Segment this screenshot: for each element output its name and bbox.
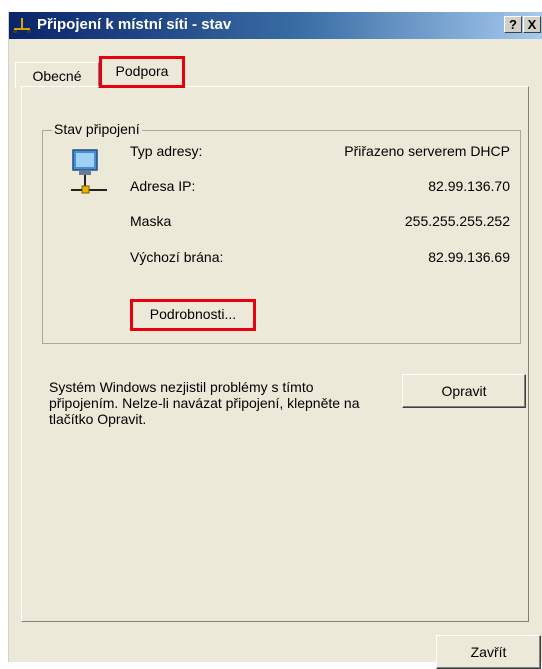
window-title: Připojení k místní síti - stav xyxy=(37,16,232,33)
subnet-mask-label: Maska xyxy=(130,213,172,229)
tab-obecne[interactable]: Obecné xyxy=(15,62,99,88)
title-bar[interactable]: Připojení k místní síti - stav ? X xyxy=(9,12,542,39)
close-button[interactable]: Zavřít xyxy=(436,635,541,669)
default-gateway-label: Výchozí brána: xyxy=(130,249,224,265)
status-dialog: Připojení k místní síti - stav ? X Obecn… xyxy=(8,12,542,669)
address-type-row: Typ adresy: Přiřazeno serverem DHCP xyxy=(130,143,510,163)
help-button[interactable]: ? xyxy=(504,16,522,33)
ip-address-value: 82.99.136.70 xyxy=(428,178,510,194)
tab-podpora[interactable]: Podpora xyxy=(99,56,185,88)
details-button[interactable]: Podrobnosti... xyxy=(130,299,256,331)
subnet-mask-row: Maska 255.255.255.252 xyxy=(130,213,510,233)
close-window-button[interactable]: X xyxy=(523,16,541,33)
default-gateway-row: Výchozí brána: 82.99.136.69 xyxy=(130,249,510,269)
ip-address-label: Adresa IP: xyxy=(130,178,196,194)
ip-address-row: Adresa IP: 82.99.136.70 xyxy=(130,178,510,198)
subnet-mask-value: 255.255.255.252 xyxy=(404,213,510,229)
repair-message: Systém Windows nezjistil problémy s tímt… xyxy=(49,379,360,427)
group-legend: Stav připojení xyxy=(52,121,142,137)
address-type-value: Přiřazeno serverem DHCP xyxy=(344,143,510,159)
network-connection-icon xyxy=(13,18,31,33)
repair-button[interactable]: Opravit xyxy=(402,374,526,408)
network-connection-icon xyxy=(71,149,107,194)
default-gateway-value: 82.99.136.69 xyxy=(428,249,510,265)
address-type-label: Typ adresy: xyxy=(130,143,203,159)
